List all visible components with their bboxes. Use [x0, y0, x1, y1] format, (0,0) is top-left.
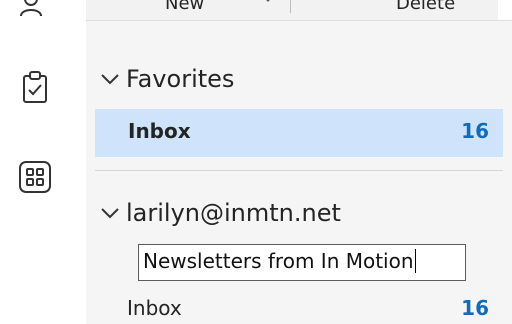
folder-pane: New Delete Favorites Inbox 16 larilyn@in… — [86, 0, 512, 324]
chevron-down-icon[interactable] — [100, 72, 120, 86]
account-header[interactable]: larilyn@inmtn.net — [100, 199, 341, 227]
people-icon[interactable] — [17, 0, 53, 22]
unread-count-badge: 16 — [461, 119, 489, 143]
account-email: larilyn@inmtn.net — [126, 199, 341, 227]
folder-rename-input[interactable]: Newsletters from In Motion — [138, 244, 466, 281]
account-unread-count-badge: 16 — [461, 296, 489, 320]
toolbar-divider — [290, 0, 291, 13]
delete-button[interactable]: Delete — [396, 0, 455, 14]
folder-rename-value: Newsletters from In Motion — [143, 249, 414, 273]
chevron-down-icon[interactable] — [264, 0, 272, 4]
favorites-label: Favorites — [126, 65, 235, 93]
toolbar: New Delete — [86, 0, 512, 21]
text-cursor — [414, 249, 416, 273]
new-button[interactable]: New — [165, 0, 204, 14]
account-inbox-label[interactable]: Inbox — [127, 296, 182, 320]
tasks-icon[interactable] — [17, 69, 53, 105]
section-divider — [95, 170, 503, 171]
chevron-down-icon[interactable] — [100, 206, 120, 220]
app-rail — [0, 0, 86, 324]
inbox-label: Inbox — [128, 119, 191, 143]
apps-icon[interactable] — [17, 159, 53, 195]
toolbar-edge — [498, 0, 512, 20]
favorites-inbox-item[interactable]: Inbox 16 — [95, 109, 503, 157]
favorites-header[interactable]: Favorites — [100, 65, 234, 93]
